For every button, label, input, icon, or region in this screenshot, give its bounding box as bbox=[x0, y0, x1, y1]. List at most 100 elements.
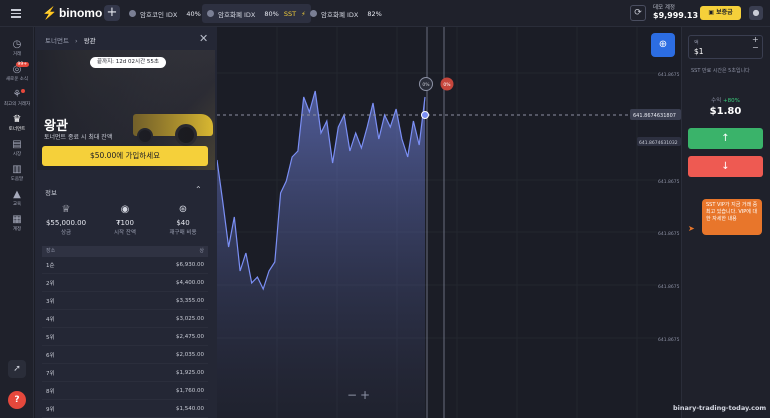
stat-label: 시작 잔액 bbox=[114, 230, 136, 236]
profit-value: $1.80 bbox=[709, 106, 742, 117]
table-row: 6위 $2,035.00 bbox=[42, 347, 208, 364]
asset-tab-2[interactable]: 암호화폐 IDX 80% SST ⚡ bbox=[202, 4, 311, 23]
amount-label: 액 bbox=[694, 40, 699, 46]
rocket-icon[interactable]: ➚ bbox=[8, 360, 26, 378]
nav-help[interactable]: ▥ 도움말 bbox=[0, 164, 34, 183]
place-cell: 9위 bbox=[46, 407, 55, 413]
prize-cell: $3,355.00 bbox=[176, 298, 204, 304]
place-cell: 5위 bbox=[46, 335, 55, 341]
add-indicator-icon[interactable]: ⊕ bbox=[651, 33, 675, 57]
clock-icon: ◷ bbox=[12, 39, 22, 50]
chart-canvas[interactable]: 0% 0% 641.8674631807 641.8674631032 641.… bbox=[216, 27, 681, 418]
account-icon: ▦ bbox=[12, 214, 22, 225]
account-switcher[interactable]: 데모 계정 $9,999.13▾ bbox=[653, 3, 703, 20]
table-row: 2위 $4,400.00 bbox=[42, 275, 208, 292]
asset-tab-1[interactable]: 암호코인 IDX 40% bbox=[124, 4, 206, 23]
marker-down-label: 0% bbox=[443, 82, 451, 88]
sst-note: SST 만료 시간은 5초입니다 bbox=[691, 68, 750, 74]
zoom-in-button[interactable]: + bbox=[360, 388, 370, 402]
place-cell: 2위 bbox=[46, 281, 55, 287]
asset-tab-3[interactable]: 암호화폐 IDX 82% bbox=[305, 4, 387, 23]
trade-down-button[interactable]: ↓ bbox=[688, 156, 763, 177]
asset-tab-name: 암호화폐 IDX bbox=[321, 10, 359, 19]
prize-cell: $6,930.00 bbox=[176, 262, 204, 268]
nav-label: 교육 bbox=[12, 202, 22, 207]
info-heading: 정보 bbox=[45, 189, 57, 197]
asset-flag-icon bbox=[129, 10, 136, 17]
nav-label: 시장 bbox=[12, 152, 22, 157]
nav-trade[interactable]: ◷ 거래 bbox=[0, 39, 34, 58]
nav-label: 토너먼트 bbox=[8, 127, 26, 132]
breadcrumb-current: 왕관 bbox=[83, 37, 96, 45]
prize-cell: $1,540.00 bbox=[176, 406, 204, 412]
table-row: 8위 $1,760.00 bbox=[42, 383, 208, 400]
table-row: 4위 $3,025.00 bbox=[42, 311, 208, 328]
profit-block: 수익 +80% $1.80 bbox=[688, 96, 763, 117]
nav-news[interactable]: 99+ ◎ 새로운 소식 bbox=[0, 62, 34, 83]
top-bar: ⚡ binomo + 암호코인 IDX 40% 암호화폐 IDX 80% SST … bbox=[0, 0, 770, 27]
nav-top-traders[interactable]: ⚘ 최고의 거래자 bbox=[0, 89, 34, 108]
trophy-icon: ⚘ bbox=[12, 89, 22, 100]
dollar-icon: ⊛ bbox=[178, 204, 188, 215]
asset-tab-name: 암호코인 IDX bbox=[140, 10, 178, 19]
decrease-amount-button[interactable]: − bbox=[752, 43, 759, 52]
place-cell: 6위 bbox=[46, 353, 55, 359]
nav-tournaments[interactable]: ♛ 토너먼트 bbox=[0, 114, 34, 133]
prize-cell: $4,400.00 bbox=[176, 280, 204, 286]
asset-tab-pct: 40% bbox=[186, 9, 201, 18]
breadcrumb-root[interactable]: 토너먼트 bbox=[45, 37, 69, 45]
asset-tab-pct: 82% bbox=[367, 9, 382, 18]
prize-column-header: 상 bbox=[199, 248, 204, 254]
nav-label: 거래 bbox=[12, 52, 22, 57]
account-balance: $9,999.13 bbox=[653, 11, 699, 20]
prize-cell: $3,025.00 bbox=[176, 316, 204, 322]
chevron-right-icon: › bbox=[75, 37, 78, 45]
chevron-up-icon[interactable]: ⌃ bbox=[195, 185, 202, 194]
price-chart[interactable]: 0% 0% 641.8674631807 641.8674631032 641.… bbox=[216, 27, 681, 418]
zoom-out-button[interactable]: − bbox=[347, 388, 357, 402]
trade-up-button[interactable]: ↑ bbox=[688, 128, 763, 149]
prize-cell: $2,475.00 bbox=[176, 334, 204, 340]
user-icon[interactable]: ● bbox=[749, 6, 763, 20]
join-tournament-button[interactable]: $50.00에 가입하세요 bbox=[42, 146, 208, 166]
refresh-icon[interactable]: ⟳ bbox=[630, 5, 646, 21]
marker-up[interactable]: 0% bbox=[419, 77, 433, 91]
tournament-subtitle: 토너먼트 종료 시 최대 잔액 bbox=[44, 134, 113, 141]
marker-down[interactable]: 0% bbox=[440, 77, 454, 91]
stat-label: 재구매 비용 bbox=[169, 230, 197, 236]
menu-icon[interactable] bbox=[11, 9, 21, 18]
nav-label: 계정 bbox=[12, 227, 22, 232]
amount-value[interactable]: $1 bbox=[694, 47, 704, 56]
y-tick-label: 641.8675 bbox=[658, 72, 680, 78]
coins-icon: ◉ bbox=[120, 204, 130, 215]
nav-account[interactable]: ▦ 계정 bbox=[0, 214, 34, 233]
bag-icon: ▤ bbox=[12, 139, 22, 150]
stat-label: 상금 bbox=[60, 230, 72, 236]
asset-flag-icon bbox=[310, 10, 317, 17]
place-cell: 8위 bbox=[46, 389, 55, 395]
y-tick-label: 641.8675 bbox=[658, 179, 680, 185]
close-icon[interactable]: ✕ bbox=[199, 32, 208, 45]
logo: ⚡ binomo bbox=[42, 6, 103, 20]
deposit-button[interactable]: ▣ 보증금 bbox=[700, 6, 741, 20]
table-row: 5위 $2,475.00 bbox=[42, 329, 208, 346]
watermark: binary-trading-today.com bbox=[673, 404, 767, 412]
place-cell: 3위 bbox=[46, 299, 55, 305]
nav-label: 새로운 소식 bbox=[5, 77, 29, 82]
tournament-timer: 끝까지: 12d 02시간 55초 bbox=[90, 57, 166, 68]
prize-cell: $1,760.00 bbox=[176, 388, 204, 394]
nav-education[interactable]: ▲ 교육 bbox=[0, 189, 34, 208]
vip-notice[interactable]: SST VIP가 지금 거래 중 최고 있습니다. VIP에 대한 자세한 내용 bbox=[702, 199, 762, 235]
grad-icon: ▲ bbox=[13, 189, 21, 200]
nav-market[interactable]: ▤ 시장 bbox=[0, 139, 34, 158]
price-area bbox=[217, 91, 425, 418]
wallet-icon: ▣ bbox=[708, 9, 717, 16]
place-cell: 7위 bbox=[46, 371, 55, 377]
help-icon[interactable]: ? bbox=[8, 391, 26, 409]
stat-value: ₮100 bbox=[116, 219, 134, 227]
amount-field[interactable]: 액 $1 + − bbox=[688, 35, 763, 59]
prize-cell: $2,035.00 bbox=[176, 352, 204, 358]
add-asset-button[interactable]: + bbox=[104, 5, 120, 21]
asset-tab-name: 암호화폐 IDX bbox=[218, 10, 256, 19]
y-tick-label: 641.8675 bbox=[658, 231, 680, 237]
